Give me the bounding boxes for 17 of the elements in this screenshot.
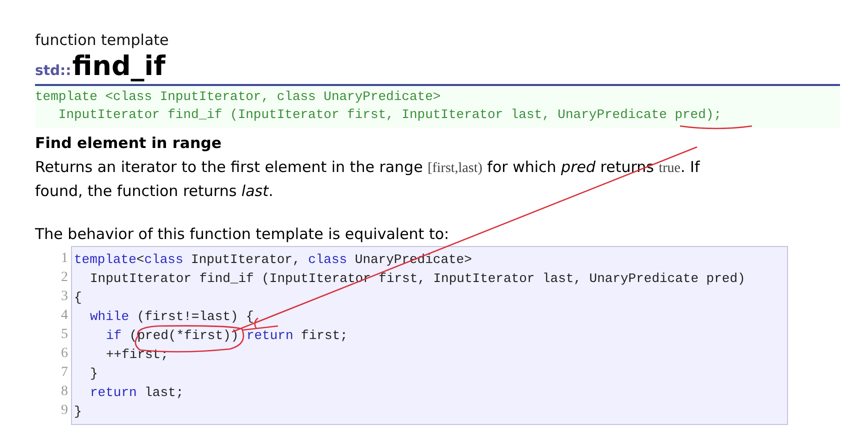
namespace-label: std::: [35, 63, 72, 79]
line-number: 1: [61, 250, 68, 268]
page-subtitle: function template: [35, 30, 170, 50]
line-number: 7: [61, 364, 68, 382]
line-number: 8: [61, 383, 68, 401]
description-line: found, the function returns last.: [35, 181, 274, 202]
line-number: 6: [61, 345, 68, 363]
prototype-line: InputIterator find_if (InputIterator first, InputIterator last, UnaryPredicate pred);: [57, 106, 723, 124]
page-title: find_if: [72, 50, 166, 84]
line-number: 3: [61, 288, 68, 306]
equivalent-intro: The behavior of this function template is equivalent to:: [35, 224, 450, 244]
line-number: 4: [61, 307, 68, 325]
section-heading: Find element in range: [35, 133, 223, 154]
line-number: 9: [61, 402, 68, 420]
prototype-line: template <class InputIterator, class UnaryPredicate>: [35, 88, 442, 106]
line-number: 5: [61, 326, 68, 344]
line-number: 2: [61, 269, 68, 287]
